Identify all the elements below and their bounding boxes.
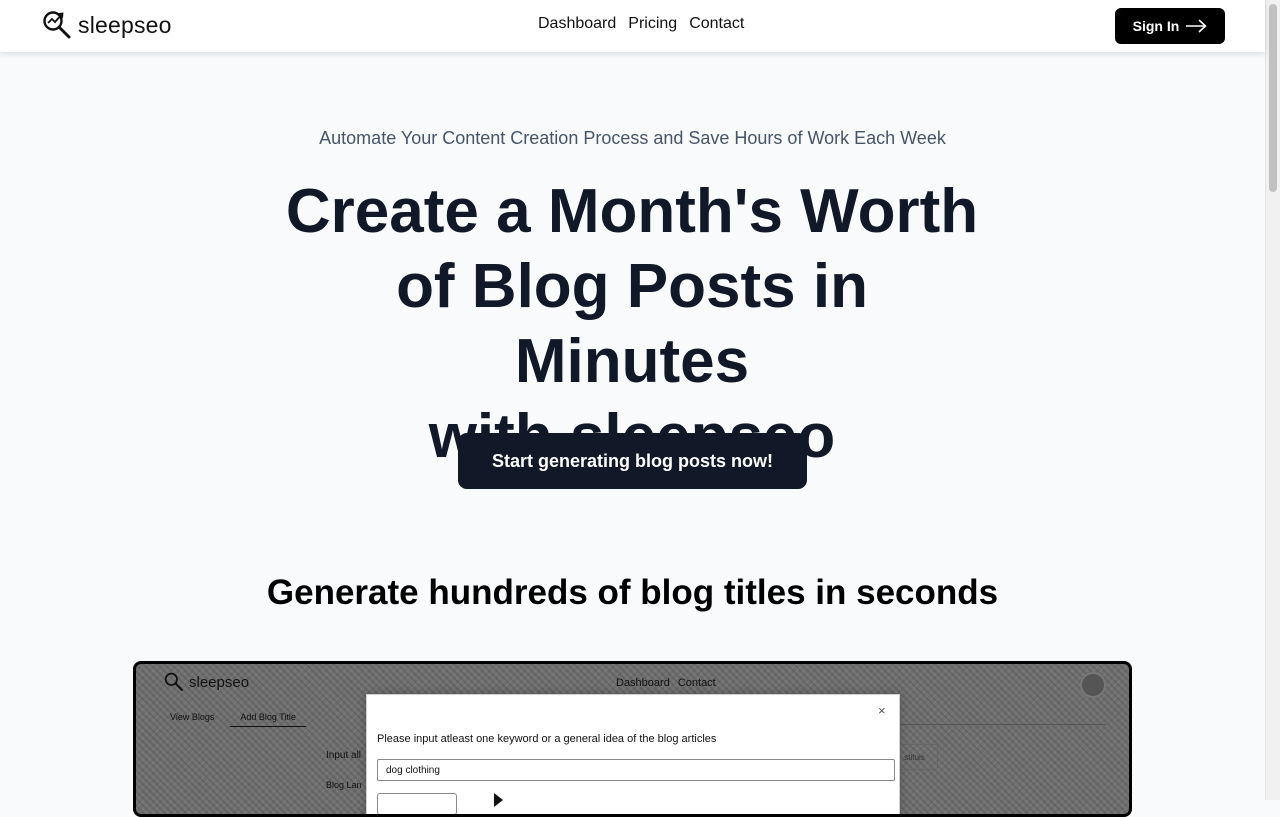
section-title: Generate hundreds of blog titles in seco… xyxy=(266,573,999,612)
brand-name: sleepseo xyxy=(78,11,172,38)
demo-nav: Dashboard Contact xyxy=(616,677,716,689)
close-icon: × xyxy=(878,703,886,718)
modal-prompt-text: Please input atleast one keyword or a ge… xyxy=(377,733,717,745)
demo-tab-add-blog-title: Add Blog Title xyxy=(230,712,306,727)
demo-magnifier-logo-icon xyxy=(164,672,184,692)
demo-divider xyxy=(896,724,1106,725)
demo-input-label: Input all xyxy=(326,750,362,761)
sign-in-button[interactable]: Sign In xyxy=(1115,8,1225,44)
top-navbar: sleepseo Dashboard Pricing Contact Sign … xyxy=(0,0,1265,52)
demo-keyword-modal: × Please input atleast one keyword or a … xyxy=(366,694,900,814)
hero-title-line-1: Create a Month's Worth xyxy=(285,177,979,246)
demo-language-label: Blog Lan xyxy=(326,780,362,790)
nav-dashboard-link[interactable]: Dashboard xyxy=(538,15,616,33)
demo-tabs: View Blogs Add Blog Title xyxy=(170,712,306,727)
nav-contact-link[interactable]: Contact xyxy=(689,15,744,33)
demo-brand-logo: sleepseo xyxy=(164,672,249,692)
demo-tab-view-blogs: View Blogs xyxy=(170,712,215,722)
nav-pricing-link[interactable]: Pricing xyxy=(628,15,677,33)
keyword-input xyxy=(377,759,895,781)
main-nav: Dashboard Pricing Contact xyxy=(538,15,744,33)
scrollbar-thumb[interactable] xyxy=(1269,4,1277,192)
hero-tagline: Automate Your Content Creation Process a… xyxy=(319,128,946,148)
demo-brand-name: sleepseo xyxy=(189,673,250,691)
start-generating-button[interactable]: Start generating blog posts now! xyxy=(458,433,807,489)
cursor-arrow-icon xyxy=(494,793,503,807)
product-demo-screenshot: sleepseo Dashboard Contact View Blogs Ad… xyxy=(133,661,1132,817)
demo-nav-contact: Contact xyxy=(677,677,716,689)
arrow-right-icon xyxy=(1186,19,1208,33)
demo-avatar xyxy=(1080,672,1106,698)
page-scrollbar[interactable] xyxy=(1265,0,1280,800)
sign-in-label: Sign In xyxy=(1132,18,1180,34)
magnifier-logo-icon xyxy=(43,11,71,39)
demo-nav-dashboard: Dashboard xyxy=(616,677,670,689)
modal-button xyxy=(377,793,457,814)
hero-title: Create a Month's Worth of Blog Posts in … xyxy=(282,174,982,474)
brand-logo[interactable]: sleepseo xyxy=(42,10,172,40)
hero-title-line-2: of Blog Posts in Minutes xyxy=(396,252,868,396)
